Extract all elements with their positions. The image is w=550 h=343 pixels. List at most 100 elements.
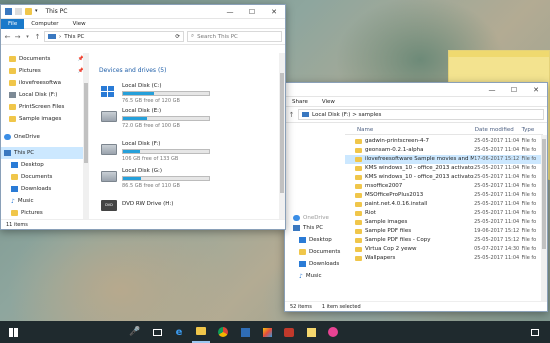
column-type[interactable]: Type bbox=[522, 127, 543, 133]
title-bar[interactable]: ▾ This PC — ☐ ✕ bbox=[1, 5, 285, 19]
recent-chevron-icon[interactable]: ▾ bbox=[24, 34, 31, 40]
nav-pictures-2[interactable]: Pictures bbox=[1, 207, 88, 219]
tab-view[interactable]: View bbox=[66, 21, 93, 27]
drive-f[interactable]: Local Disk (F:) 106 GB free of 133 GB bbox=[101, 141, 210, 162]
nav-documents[interactable]: Documents bbox=[285, 246, 345, 258]
drive-g[interactable]: Local Disk (G:) 86.5 GB free of 110 GB bbox=[101, 168, 210, 189]
address-bar[interactable]: › This PC ⟳ bbox=[44, 31, 184, 42]
file-row[interactable]: KMS windows_10 - office_2013 activator 25… bbox=[345, 164, 543, 173]
file-list-scrollbar[interactable] bbox=[541, 135, 547, 301]
file-row[interactable]: Sample PDF files 19-06-2017 15:12 File fo bbox=[345, 227, 543, 236]
new-folder-icon[interactable] bbox=[25, 8, 32, 15]
pictures-icon bbox=[9, 68, 16, 74]
up-arrow-icon[interactable]: ↑ bbox=[34, 33, 41, 41]
app-button[interactable] bbox=[236, 321, 254, 343]
address-separator: › bbox=[59, 33, 62, 40]
minimize-button[interactable]: — bbox=[481, 83, 503, 97]
tab-computer[interactable]: Computer bbox=[24, 21, 65, 27]
file-explorer-button[interactable] bbox=[192, 321, 210, 343]
file-row[interactable]: gadwin-printscreen-4-7 25-05-2017 11:04 Fi… bbox=[345, 137, 543, 146]
address-bar[interactable]: Local Disk (F:) > samples bbox=[298, 109, 544, 120]
file-date: 25-05-2017 11:04 bbox=[474, 201, 520, 208]
column-name[interactable]: Name bbox=[345, 127, 475, 133]
task-view-button[interactable] bbox=[148, 321, 166, 343]
nav-downloads[interactable]: Downloads bbox=[1, 183, 88, 195]
back-arrow-icon[interactable]: ← bbox=[4, 33, 11, 41]
minimize-button[interactable]: — bbox=[219, 5, 241, 19]
file-row[interactable]: Sample PDF files - Copy 25-05-2017 15:12 F… bbox=[345, 236, 543, 245]
nav-onedrive[interactable]: OneDrive bbox=[1, 131, 88, 143]
drive-h[interactable]: DVD DVD RW Drive (H:) bbox=[101, 197, 173, 211]
up-arrow-icon[interactable]: ↑ bbox=[288, 111, 295, 119]
drive-e[interactable]: Local Disk (E:) 72.0 GB free of 100 GB bbox=[101, 108, 210, 129]
tab-share[interactable]: Share bbox=[285, 99, 315, 105]
file-row[interactable]: Riot 25-05-2017 11:04 File fo bbox=[345, 209, 543, 218]
item-count: 52 items bbox=[290, 303, 312, 310]
file-row[interactable]: MSOfficeProPlus2013 25-05-2017 11:04 File … bbox=[345, 191, 543, 200]
folder-icon bbox=[355, 201, 362, 207]
pictures-icon bbox=[11, 210, 18, 216]
nav-pictures[interactable]: Pictures 📌 bbox=[1, 65, 88, 77]
nav-pane-scrollbar[interactable] bbox=[83, 53, 89, 219]
drive-c[interactable]: Local Disk (C:) 76.5 GB free of 120 GB bbox=[101, 83, 210, 104]
nav-this-pc[interactable]: This PC bbox=[285, 222, 345, 234]
folder-icon bbox=[355, 165, 362, 171]
nav-desktop[interactable]: Desktop bbox=[1, 159, 88, 171]
edge-button[interactable]: e bbox=[170, 321, 188, 343]
file-name: paint.net.4.0.16.install bbox=[345, 201, 474, 207]
samples-explorer-window: — ☐ ✕ Share View ↑ Local Disk (F:) > sam… bbox=[284, 82, 548, 312]
drive-usage-bar bbox=[122, 91, 210, 96]
nav-documents[interactable]: Documents 📌 bbox=[1, 53, 88, 65]
chevron-down-icon[interactable]: ▾ bbox=[35, 8, 38, 15]
start-button[interactable] bbox=[4, 321, 22, 343]
nav-music[interactable]: ♪ Music bbox=[285, 270, 345, 282]
forward-arrow-icon[interactable]: → bbox=[14, 33, 21, 41]
nav-music[interactable]: ♪ Music bbox=[1, 195, 88, 207]
nav-documents-2[interactable]: Documents bbox=[1, 171, 88, 183]
folder-icon bbox=[355, 237, 362, 243]
file-row[interactable]: msoffice2007 25-05-2017 11:04 File fo bbox=[345, 182, 543, 191]
refresh-icon[interactable]: ⟳ bbox=[175, 34, 180, 40]
nav-downloads[interactable]: Downloads bbox=[285, 258, 345, 270]
nav-ilovefreesoftwa[interactable]: ilovefreesoftwa bbox=[1, 77, 88, 89]
snip-button[interactable] bbox=[280, 321, 298, 343]
search-box[interactable]: ⌕ Search This PC bbox=[187, 31, 282, 42]
tab-view[interactable]: View bbox=[315, 99, 342, 105]
nav-sample-images[interactable]: Sample images bbox=[1, 113, 88, 125]
cortana-button[interactable]: 🎤 bbox=[126, 321, 144, 343]
content-scrollbar[interactable] bbox=[279, 53, 285, 219]
nav-desktop[interactable]: Desktop bbox=[285, 234, 345, 246]
maximize-button[interactable]: ☐ bbox=[241, 5, 263, 19]
documents-icon bbox=[9, 56, 16, 62]
file-row[interactable]: paint.net.4.0.16.install 25-05-2017 11:04… bbox=[345, 200, 543, 209]
paint-button[interactable] bbox=[258, 321, 276, 343]
drive-usage-bar bbox=[122, 176, 210, 181]
file-type: File fo bbox=[521, 237, 537, 244]
file-row[interactable]: geonsam-0.2.1-alpha 25-05-2017 11:04 File … bbox=[345, 146, 543, 155]
close-button[interactable]: ✕ bbox=[263, 5, 285, 19]
search-icon: ⌕ bbox=[191, 33, 195, 39]
close-button[interactable]: ✕ bbox=[525, 83, 547, 97]
nav-onedrive[interactable]: OneDrive bbox=[285, 213, 345, 222]
sticky-notes-button[interactable] bbox=[302, 321, 320, 343]
address-path: Local Disk (F:) > samples bbox=[312, 111, 382, 118]
notifications-button[interactable] bbox=[526, 321, 544, 343]
file-row[interactable]: Virtua Cop 2 yeww 05-07-2017 14:30 File fo bbox=[345, 245, 543, 254]
file-row[interactable]: KMS windows_10 - office_2013 activator 25… bbox=[345, 173, 543, 182]
tab-file[interactable]: File bbox=[1, 18, 25, 29]
column-date[interactable]: Date modified bbox=[475, 127, 522, 133]
nav-local-disk-f[interactable]: Local Disk (F:) bbox=[1, 89, 88, 101]
nav-printscreen-files[interactable]: PrintScreen Files bbox=[1, 101, 88, 113]
file-row[interactable]: Sample images 25-05-2017 11:04 File fo bbox=[345, 218, 543, 227]
file-row[interactable]: ilovefreesoftware Sample movies and MP3 1… bbox=[345, 155, 543, 164]
media-button[interactable] bbox=[324, 321, 342, 343]
chrome-button[interactable] bbox=[214, 321, 232, 343]
navigation-pane: Documents 📌 Pictures 📌 ilovefreesoftwa Loc… bbox=[1, 53, 89, 219]
file-name-text: ilovefreesoftware Sample movies and MP3 bbox=[365, 156, 475, 163]
devices-and-drives-header[interactable]: Devices and drives (5) bbox=[99, 67, 166, 74]
file-row[interactable]: Wallpapers 25-05-2017 11:04 File fo bbox=[345, 254, 543, 263]
maximize-button[interactable]: ☐ bbox=[503, 83, 525, 97]
nav-this-pc[interactable]: This PC bbox=[1, 147, 88, 159]
properties-icon[interactable] bbox=[15, 8, 22, 15]
title-bar[interactable]: — ☐ ✕ bbox=[285, 83, 547, 97]
